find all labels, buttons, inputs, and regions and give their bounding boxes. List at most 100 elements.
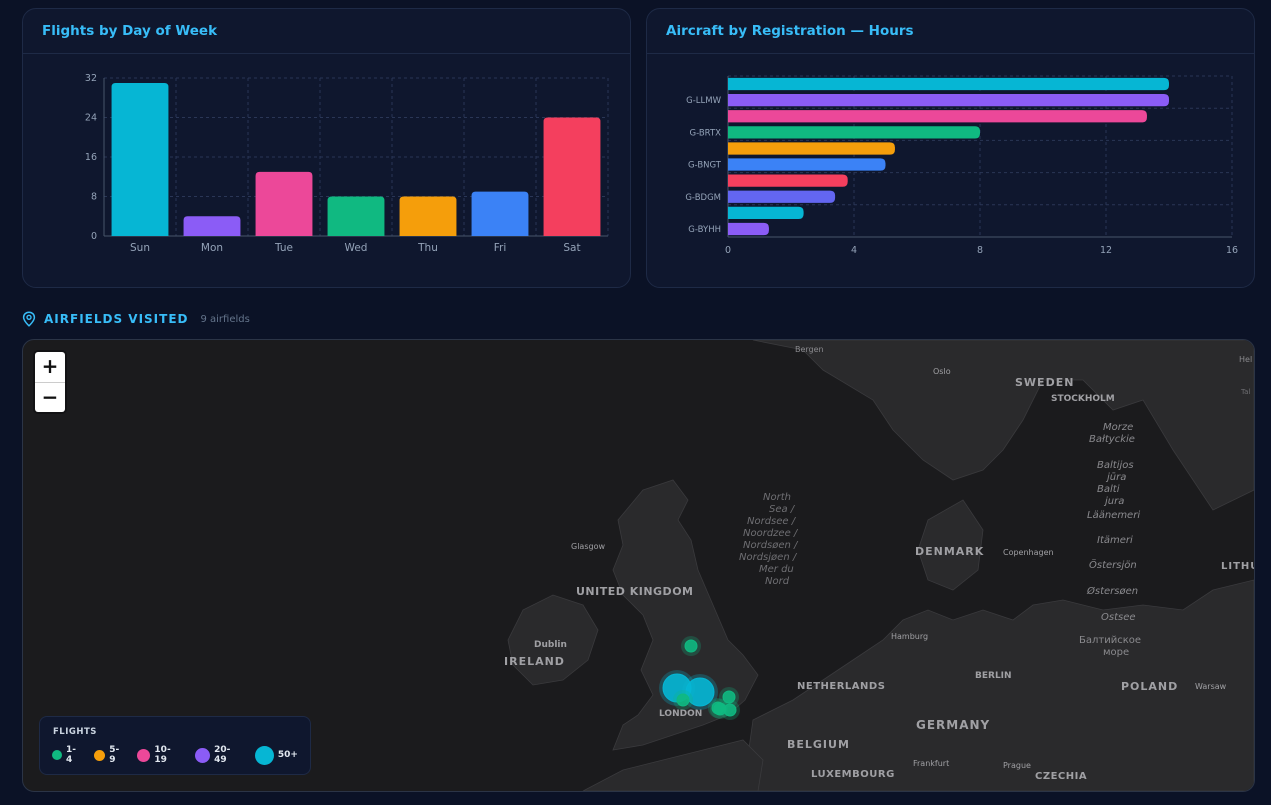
- y-tick-label: G-BRTX: [690, 128, 722, 138]
- y-tick-label: 0: [91, 231, 97, 242]
- map-label: GERMANY: [916, 718, 990, 732]
- map-label: LITHU: [1221, 561, 1254, 572]
- map-label: Prague: [1003, 761, 1031, 770]
- legend-item: 10-19: [137, 745, 183, 765]
- hbar: [728, 190, 836, 203]
- legend-items: 1-4 5-9 10-19 20-49 50+: [52, 745, 310, 765]
- legend-item: 1-4: [52, 745, 82, 765]
- x-tick-label: 0: [725, 245, 731, 256]
- y-tick-label: G-BYHH: [688, 225, 721, 235]
- zoom-control: + −: [35, 352, 65, 412]
- x-tick-label: Thu: [417, 242, 438, 254]
- y-tick-label: G-BNGT: [688, 161, 722, 171]
- map-label: North: [763, 492, 791, 503]
- map-label: море: [1103, 647, 1129, 658]
- airfield-marker[interactable]: [713, 702, 727, 716]
- map-label: Hel: [1239, 355, 1252, 364]
- map-label: DENMARK: [915, 545, 984, 558]
- map-label: Balti: [1097, 484, 1120, 495]
- x-tick-label: 4: [851, 245, 857, 256]
- legend-dot: [52, 750, 62, 760]
- map-label: Copenhagen: [1003, 548, 1054, 557]
- map-landmass: [507, 340, 1254, 791]
- flights-by-day-chart: 0 8 16 24 32 Sun Mon Tue Wed Thu Fri Sat: [85, 73, 609, 254]
- map-label: Bałtyckie: [1089, 434, 1135, 445]
- x-tick-label: Sun: [130, 242, 150, 254]
- map-label: UNITED KINGDOM: [576, 585, 694, 598]
- map-label: IRELAND: [504, 655, 565, 668]
- airfields-header: AIRFIELDS VISITED 9 airfields: [22, 310, 250, 328]
- map-label: Nordsøen /: [743, 540, 799, 551]
- legend-dot: [195, 747, 211, 763]
- map-label: Nordsjøen /: [739, 552, 798, 563]
- legend-label: 50+: [277, 750, 298, 760]
- x-tick-label: 12: [1100, 245, 1112, 256]
- y-tick-label: 24: [85, 113, 97, 124]
- hbar: [728, 110, 1147, 123]
- y-tick-label: 32: [85, 73, 97, 84]
- map-label: CZECHIA: [1035, 771, 1087, 782]
- aircraft-hours-title: Aircraft by Registration — Hours: [647, 9, 1254, 54]
- map-label: Glasgow: [571, 542, 605, 551]
- bar-wed: [327, 196, 385, 236]
- hbar: [728, 206, 804, 219]
- hbar: [728, 77, 1169, 91]
- map-label: NETHERLANDS: [797, 681, 885, 692]
- legend-item: 50+: [254, 745, 298, 765]
- airfields-title: AIRFIELDS VISITED: [44, 312, 189, 326]
- hbar: [728, 174, 848, 187]
- airfield-marker[interactable]: [676, 693, 690, 707]
- legend-title: FLIGHTS: [53, 727, 97, 737]
- map-label: Mer du: [759, 564, 794, 575]
- map-label: jūra: [1105, 472, 1126, 483]
- map-label: Ostsee: [1101, 612, 1136, 623]
- map-label: Nord: [765, 576, 790, 587]
- map-label: Sea /: [769, 504, 796, 515]
- map-label: Балтийское: [1079, 635, 1141, 646]
- map-label: Frankfurt: [913, 759, 949, 768]
- map-label: Warsaw: [1195, 682, 1227, 691]
- map-label: Noordzee /: [743, 528, 799, 539]
- x-tick-label: Tue: [274, 242, 293, 254]
- y-tick-label: G-LLMW: [686, 96, 721, 106]
- hbar: [728, 158, 886, 171]
- map-label: POLAND: [1121, 680, 1178, 693]
- y-tick-label: 16: [85, 152, 97, 163]
- x-tick-label: 16: [1226, 245, 1238, 256]
- x-tick-label: 8: [977, 245, 983, 256]
- map-label: Itämeri: [1097, 535, 1133, 546]
- map-label: Hamburg: [891, 632, 928, 641]
- map-label: Oslo: [933, 367, 951, 376]
- map-label: BELGIUM: [787, 738, 850, 751]
- legend-item: 20-49: [195, 745, 243, 765]
- map-label: Morze: [1103, 422, 1133, 433]
- bar-thu: [399, 196, 457, 236]
- map-label: STOCKHOLM: [1051, 394, 1115, 404]
- aircraft-hours-card: Aircraft by Registration — Hours 0 4 8 12 16…: [646, 8, 1255, 288]
- bar-mon: [183, 216, 241, 236]
- legend-label: 1-4: [65, 745, 76, 765]
- legend-label: 20-49: [214, 745, 231, 765]
- map-pin-icon: [22, 311, 36, 327]
- hbar: [728, 222, 769, 236]
- y-tick-label: 8: [91, 192, 97, 203]
- map-label: BERLIN: [975, 671, 1012, 681]
- bar-sat: [543, 117, 601, 236]
- legend-label: 5-9: [109, 745, 120, 765]
- map-label: Östersjön: [1089, 558, 1137, 571]
- airfield-marker[interactable]: [684, 639, 698, 653]
- zoom-in-button[interactable]: +: [35, 352, 65, 382]
- flights-legend: FLIGHTS 1-4 5-9 10-19 20-49 50+: [39, 716, 311, 775]
- bar-tue: [255, 171, 313, 236]
- airfields-map[interactable]: Bergen Oslo SWEDEN STOCKHOLM Morze Bałtyckie B…: [22, 339, 1255, 792]
- flights-by-day-card: Flights by Day of Week 0 8 16 24 32 Sun Mon Tue…: [22, 8, 631, 288]
- map-label: Läänemeri: [1087, 510, 1140, 521]
- x-tick-label: Mon: [201, 242, 223, 254]
- map-label: Østersøen: [1086, 585, 1138, 597]
- legend-dot: [94, 749, 106, 761]
- map-label: Dublin: [534, 640, 567, 650]
- x-tick-label: Sat: [563, 242, 580, 254]
- map-label: Tal: [1240, 388, 1250, 396]
- flights-by-day-title: Flights by Day of Week: [23, 9, 630, 54]
- zoom-out-button[interactable]: −: [35, 382, 65, 413]
